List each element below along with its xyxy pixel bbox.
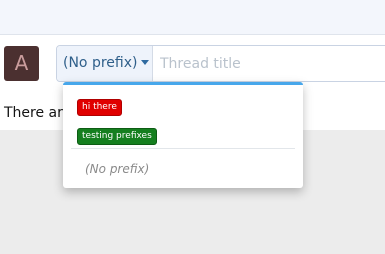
prefix-badge: hi there: [77, 99, 122, 116]
prefix-option-testing-prefixes[interactable]: testing prefixes: [77, 123, 157, 145]
top-bar: [0, 0, 385, 35]
thread-title-field: (No prefix): [56, 45, 385, 82]
caret-down-icon: [141, 59, 150, 65]
avatar[interactable]: A: [4, 46, 39, 81]
prefix-selector-label: (No prefix): [63, 55, 138, 71]
prefix-option-hi-there[interactable]: hi there: [77, 94, 122, 116]
thread-title-input[interactable]: [154, 46, 385, 81]
prefix-dropdown-menu: hi there testing prefixes (No prefix): [63, 82, 303, 188]
menu-divider: [71, 148, 295, 149]
prefix-selector-button[interactable]: (No prefix): [57, 46, 153, 81]
prefix-option-none[interactable]: (No prefix): [85, 162, 149, 176]
prefix-badge: testing prefixes: [77, 128, 157, 145]
notice-text: There are: [4, 105, 72, 121]
